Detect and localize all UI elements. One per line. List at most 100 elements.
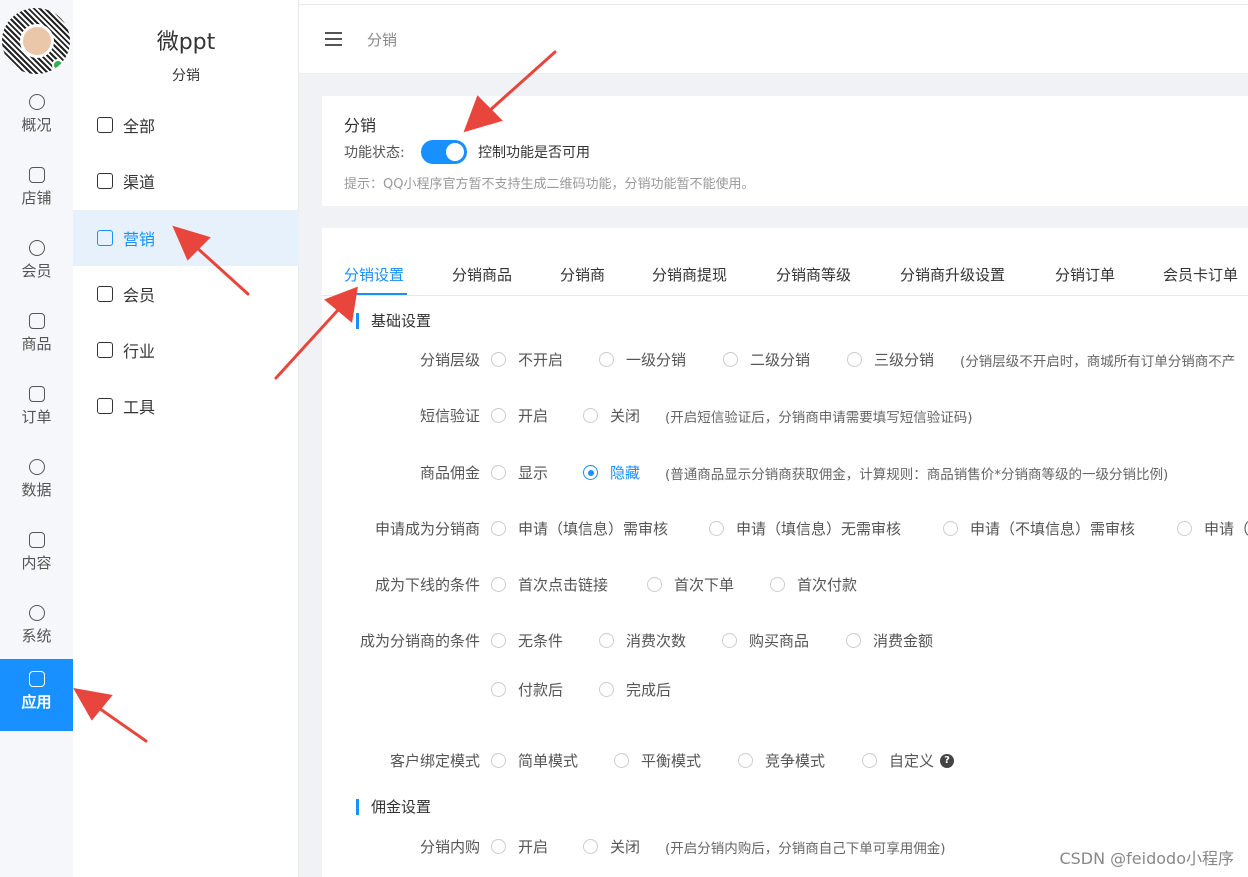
radio-icon [846,633,861,648]
radio-icon [723,352,738,367]
rail-item-label: 应用 [21,693,52,711]
downline-option-2[interactable]: 首次下单 [647,574,734,595]
radio-icon [491,521,506,536]
self-buy-option-off[interactable]: 关闭 [583,836,640,857]
binding-option-compete[interactable]: 竞争模式 [738,750,825,771]
wrench-icon [97,398,113,414]
rail-item-store[interactable]: 店铺 [0,155,73,227]
level-option-2[interactable]: 二级分销 [723,349,810,370]
level-option-1[interactable]: 一级分销 [599,349,686,370]
radio-icon [491,633,506,648]
online-badge [52,59,64,71]
brand-subtitle: 分销 [172,68,200,84]
rail-item-member[interactable]: 会员 [0,228,73,300]
tab-distributors[interactable]: 分销商 [560,264,605,285]
become-option-1[interactable]: 无条件 [491,630,563,651]
sms-option-on[interactable]: 开启 [491,405,548,426]
option-label: 平衡模式 [641,752,702,770]
downline-option-3[interactable]: 首次付款 [770,574,857,595]
radio-icon [722,633,737,648]
sidebar-item-label: 营销 [123,230,156,249]
radio-icon [770,577,785,592]
rail-item-apps[interactable]: 应用 [0,659,73,731]
tab-goods[interactable]: 分销商品 [452,264,512,285]
briefcase-icon [97,342,113,358]
tab-orders[interactable]: 分销订单 [1055,264,1115,285]
become-option-4[interactable]: 消费金额 [846,630,933,651]
downline-option-1[interactable]: 首次点击链接 [491,574,608,595]
tab-upgrade[interactable]: 分销商升级设置 [900,264,1005,285]
option-label: 一级分销 [626,351,687,369]
sidebar-item-label: 渠道 [123,173,156,192]
sms-hint: (开启短信验证后，分销商申请需要填写短信验证码) [665,410,973,426]
level-option-3[interactable]: 三级分销 [847,349,934,370]
rail-item-data[interactable]: 数据 [0,447,73,519]
rail-item-goods[interactable]: 商品 [0,301,73,373]
dashboard-icon [28,94,45,110]
rail-item-overview[interactable]: 概况 [0,82,73,154]
level-label: 分销层级 [419,351,480,369]
radio-icon [491,577,506,592]
tab-settings[interactable]: 分销设置 [344,264,404,285]
sidebar-item-marketing[interactable]: 营销 [73,210,299,266]
rail-item-label: 订单 [21,408,52,426]
level-option-off[interactable]: 不开启 [491,349,563,370]
pie-chart-icon [28,459,45,475]
become-option-6[interactable]: 完成后 [599,679,671,700]
option-label: 隐藏 [610,464,641,482]
sidebar-item-channel[interactable]: 渠道 [73,153,299,209]
rail-item-orders[interactable]: 订单 [0,374,73,446]
sidebar-item-member[interactable]: 会员 [73,266,299,322]
rail-item-system[interactable]: 系统 [0,593,73,665]
menu-fold-icon[interactable] [325,32,342,46]
tab-card-orders[interactable]: 会员卡订单 [1163,264,1238,285]
tab-withdraw[interactable]: 分销商提现 [652,264,727,285]
help-icon[interactable]: ? [940,753,955,768]
radio-icon [847,352,862,367]
shop-icon [28,167,45,183]
option-label: 无条件 [518,632,564,650]
sidebar-item-all[interactable]: 全部 [73,97,299,153]
cube-icon [97,117,113,133]
become-option-3[interactable]: 购买商品 [722,630,809,651]
brand-title: 微ppt [156,30,216,55]
commission-option-hide[interactable]: 隐藏 [583,462,640,483]
radio-icon [583,839,598,854]
chart-icon [97,230,113,246]
sidebar-item-tools[interactable]: 工具 [73,378,299,434]
sidebar-item-label: 行业 [123,342,156,361]
binding-option-balance[interactable]: 平衡模式 [614,750,701,771]
feature-toggle[interactable] [421,140,467,164]
sidebar-item-label: 会员 [123,286,156,305]
become-option-5[interactable]: 付款后 [491,679,563,700]
apply-option-3[interactable]: 申请（不填信息）需审核 [943,518,1135,539]
rail-item-content[interactable]: 内容 [0,520,73,592]
binding-option-custom[interactable]: 自定义? [862,750,955,771]
avatar [20,24,54,58]
tab-levels[interactable]: 分销商等级 [776,264,851,285]
binding-option-simple[interactable]: 简单模式 [491,750,578,771]
option-label: 付款后 [518,681,564,699]
apply-option-4[interactable]: 申请（ [1177,518,1248,539]
section-basic: 基础设置 [356,313,431,329]
sms-option-off[interactable]: 关闭 [583,405,640,426]
option-label: 开启 [518,838,549,856]
toggle-description: 控制功能是否可用 [478,145,590,161]
apply-option-1[interactable]: 申请（填信息）需审核 [491,518,668,539]
sidebar-item-industry[interactable]: 行业 [73,322,299,378]
option-label: 首次点击链接 [518,576,609,594]
apply-option-2[interactable]: 申请（填信息）无需审核 [709,518,901,539]
tab-active-indicator [344,293,407,295]
radio-icon [599,352,614,367]
clipboard-icon [28,386,45,402]
option-label: 申请（ [1204,520,1248,538]
qr-avatar[interactable] [2,8,70,74]
become-option-2[interactable]: 消费次数 [599,630,686,651]
option-label: 自定义 [889,752,935,770]
option-label: 关闭 [610,838,641,856]
section-commission: 佣金设置 [356,799,431,815]
self-buy-option-on[interactable]: 开启 [491,836,548,857]
rail-item-label: 系统 [21,627,52,645]
user-icon [97,286,113,302]
commission-option-show[interactable]: 显示 [491,462,548,483]
